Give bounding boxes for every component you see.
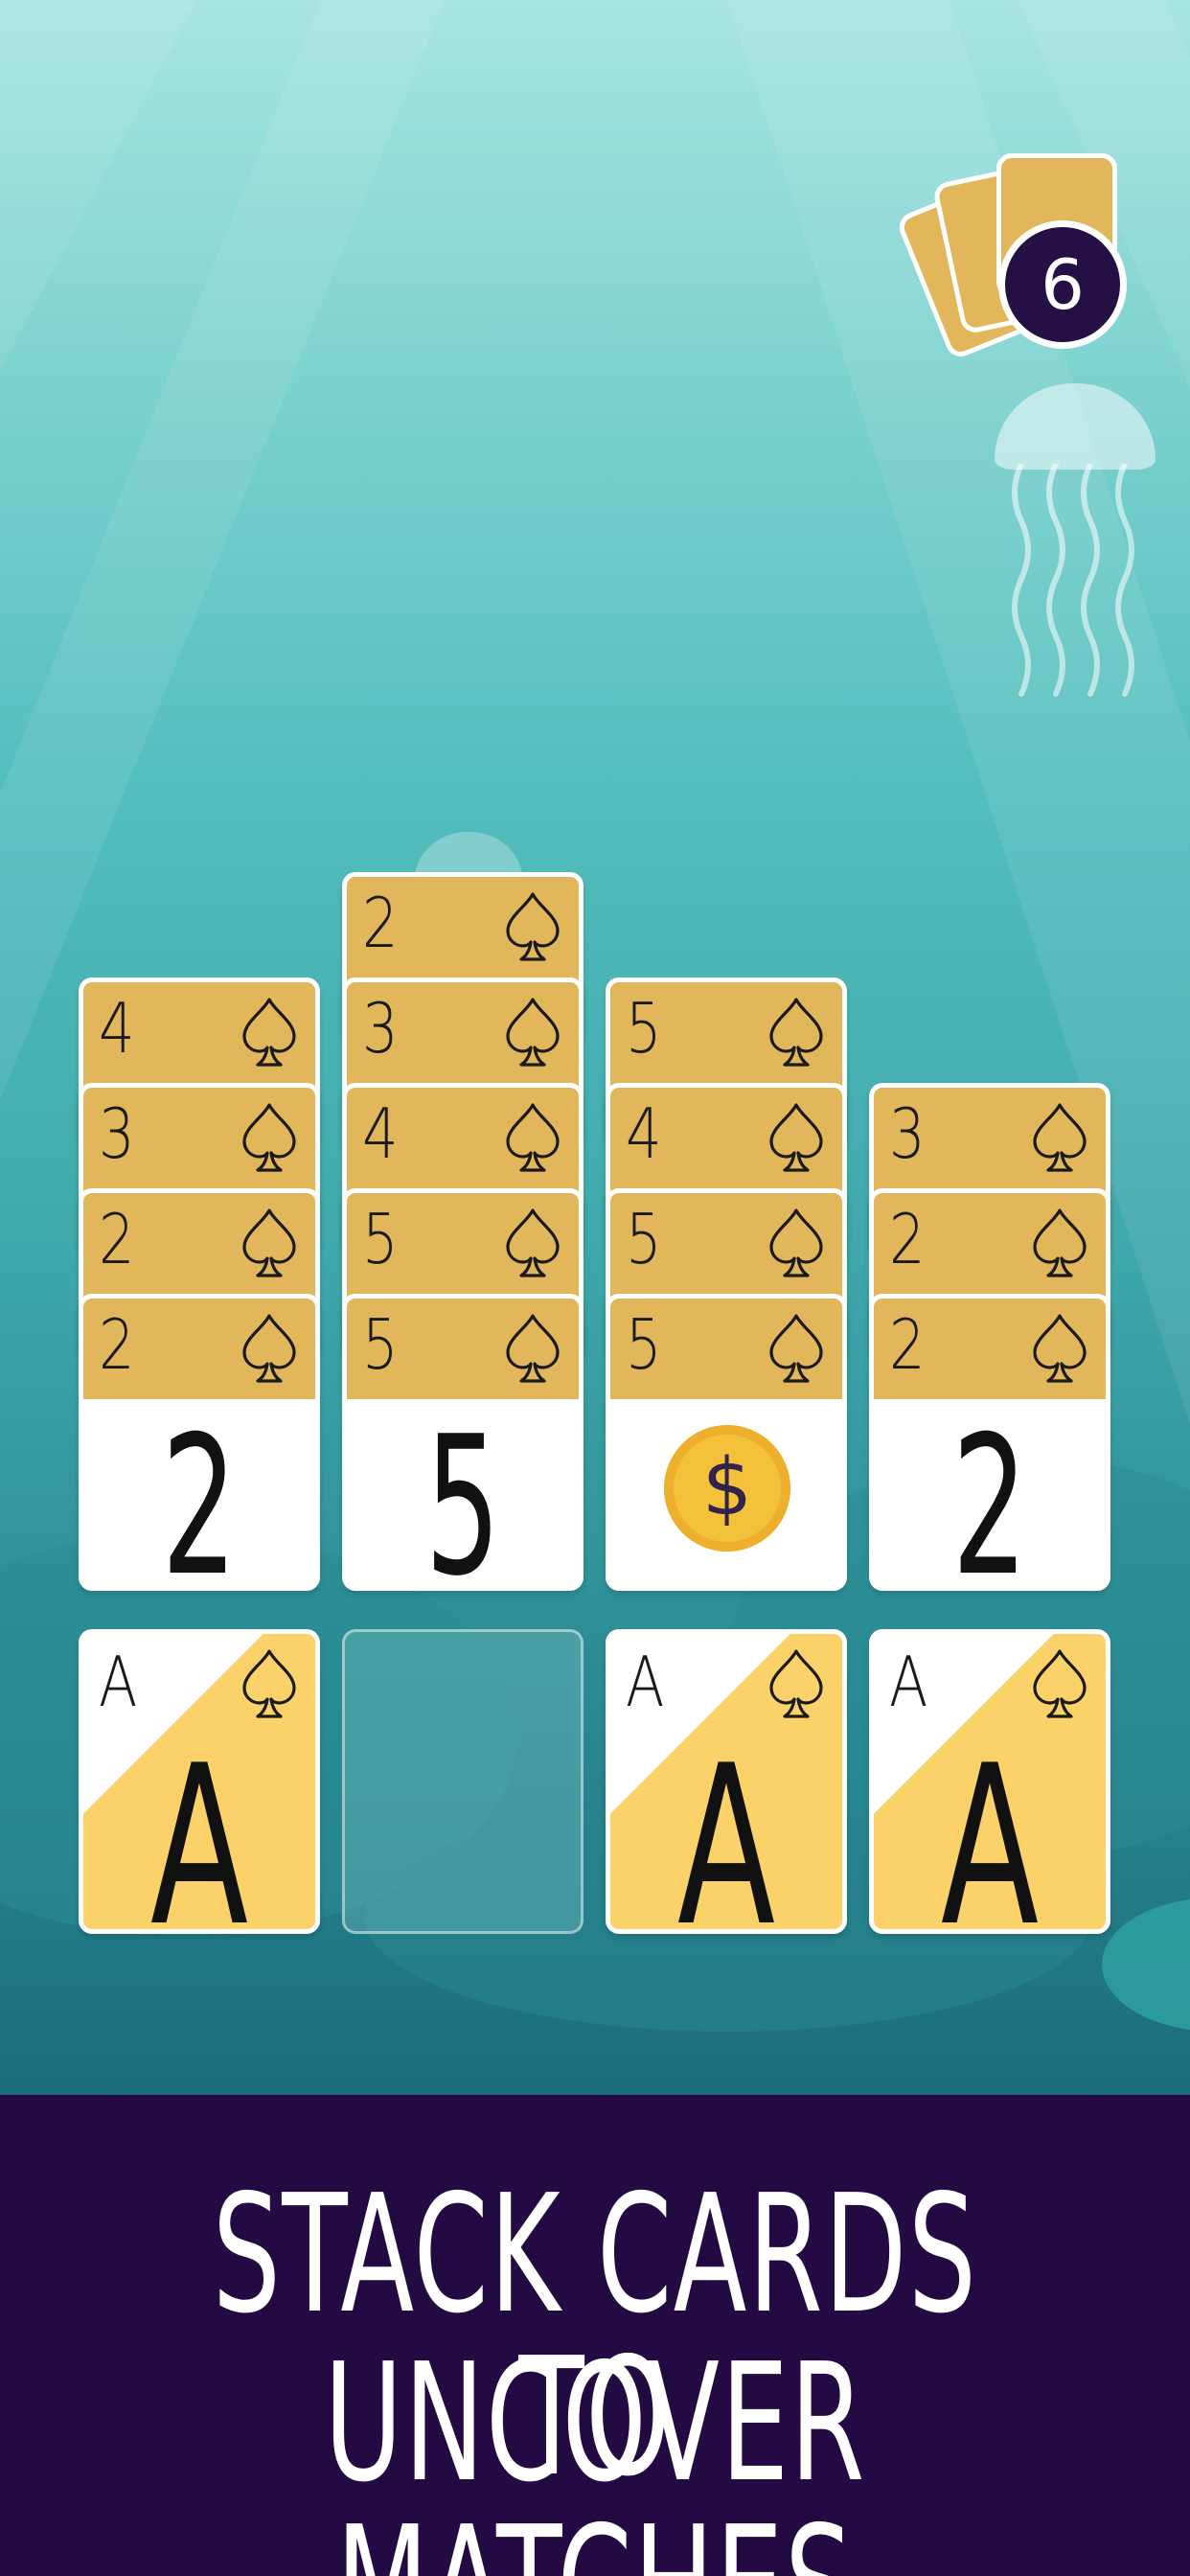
spade-icon (1029, 1207, 1090, 1281)
card-rank: 5 (626, 1199, 662, 1279)
card-big-letter: A (940, 1719, 1040, 1934)
spade-icon (502, 996, 563, 1070)
spade-icon (239, 1207, 300, 1281)
spade-icon (502, 1207, 563, 1281)
card-rank: 2 (99, 1199, 135, 1279)
spade-icon (502, 890, 563, 965)
card-rank: 5 (362, 1199, 399, 1279)
spade-icon (239, 1647, 300, 1722)
card-rank: 4 (626, 1093, 662, 1174)
spade-icon (239, 1312, 300, 1387)
promo-banner: STACK CARDS TO UNCOVER MATCHES (0, 2095, 1190, 2576)
face-up-card[interactable]: 55 (342, 1294, 584, 1591)
spade-icon (766, 1101, 827, 1176)
card-rank: 5 (626, 1304, 662, 1385)
spade-icon (766, 1312, 827, 1387)
spade-icon (239, 1101, 300, 1176)
card-rank: 2 (99, 1304, 135, 1385)
card-big-letter: A (149, 1719, 249, 1934)
card-rank: 4 (99, 988, 135, 1069)
game-board: 6 4 3 2 2 2 2 3 4 5 5 5 5 4 5 5 $3 2 2 2 AAAAAA STACK CARD… (0, 0, 1190, 2576)
card-rank: A (889, 1642, 927, 1722)
card-big-number: 2 (951, 1395, 1028, 1591)
card-rank: 3 (889, 1093, 926, 1174)
card-rank: 3 (99, 1093, 135, 1174)
deck-count-badge: 6 (998, 220, 1127, 349)
card-big-number: 2 (161, 1395, 238, 1591)
ace-card[interactable]: AA (869, 1629, 1110, 1934)
ace-card[interactable]: AA (79, 1629, 320, 1934)
card-rank: 2 (889, 1304, 926, 1385)
spade-icon (766, 996, 827, 1070)
spade-icon (239, 996, 300, 1070)
card-rank: 2 (889, 1199, 926, 1279)
spade-icon (1029, 1312, 1090, 1387)
spade-icon (766, 1207, 827, 1281)
dollar-coin-icon: $ (664, 1425, 790, 1552)
spade-icon (766, 1647, 827, 1722)
banner-line-2: UNCOVER MATCHES (324, 2329, 866, 2576)
ace-card[interactable]: AA (606, 1629, 847, 1934)
face-up-card[interactable]: 22 (79, 1294, 320, 1591)
card-big-number: 5 (424, 1395, 501, 1591)
card-rank: 4 (362, 1093, 399, 1174)
card-rank: 5 (626, 988, 662, 1069)
card-big-letter: A (676, 1719, 776, 1934)
card-rank: 2 (362, 883, 399, 963)
jellyfish-icon (995, 383, 1156, 709)
face-up-card[interactable]: 22 (869, 1294, 1110, 1591)
card-deck-icon[interactable]: 6 (895, 151, 1140, 372)
card-rank: 3 (362, 988, 399, 1069)
card-rank: A (626, 1642, 664, 1722)
face-up-card[interactable]: 5 $ (606, 1294, 847, 1591)
spade-icon (1029, 1647, 1090, 1722)
coin-symbol: $ (701, 1442, 753, 1533)
seabed-plant (1102, 1898, 1190, 2032)
card-rank: 5 (362, 1304, 399, 1385)
card-rank: A (99, 1642, 137, 1722)
spade-icon (502, 1101, 563, 1176)
spade-icon (502, 1312, 563, 1387)
empty-foundation-slot[interactable] (342, 1629, 584, 1934)
spade-icon (1029, 1101, 1090, 1176)
